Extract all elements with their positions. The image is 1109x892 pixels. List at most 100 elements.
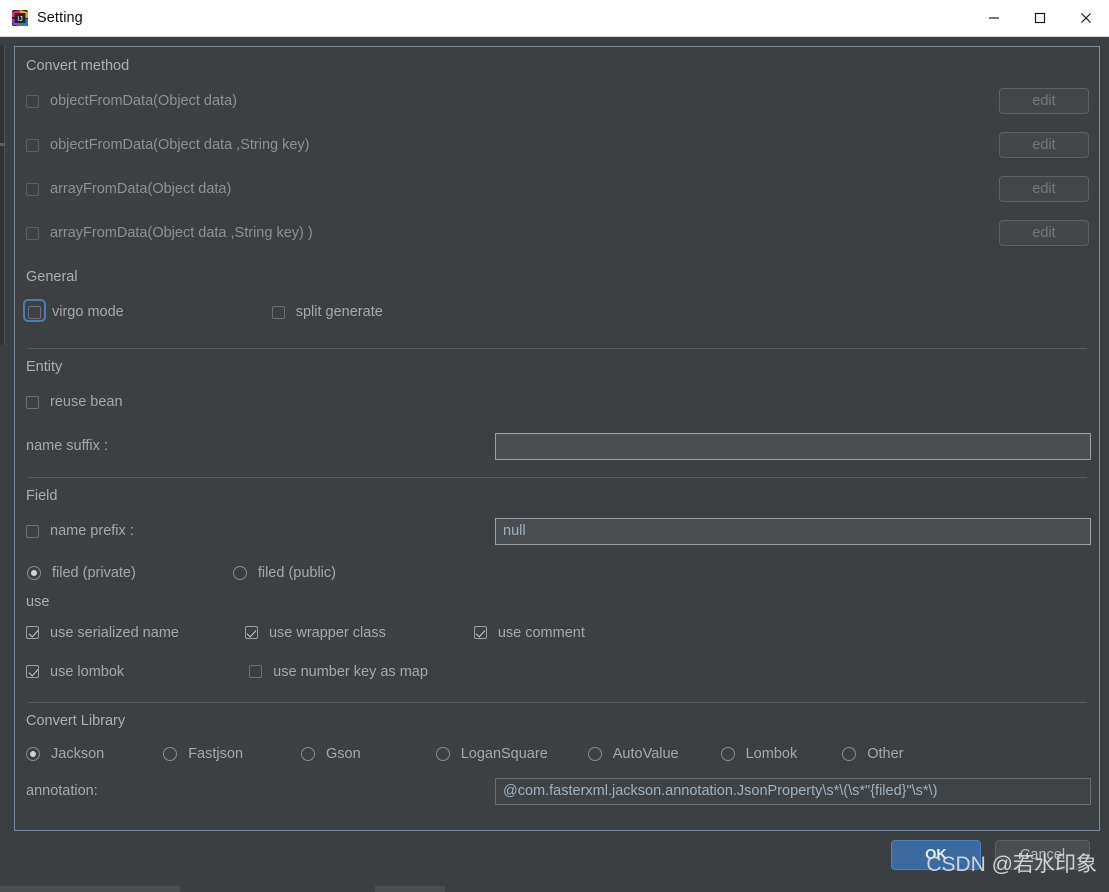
radio-filed-public[interactable]: filed (public)	[232, 564, 336, 581]
convert-method-row-3: arrayFromData(Object data ,String key) )…	[26, 211, 1089, 255]
window-title: Setting	[37, 10, 83, 26]
name-suffix-label: name suffix :	[26, 438, 108, 454]
radio-circle	[163, 746, 178, 761]
radio-label: Other	[867, 745, 904, 762]
checkbox-reuse-bean[interactable]: reuse bean	[26, 394, 123, 410]
checkbox-box	[26, 395, 39, 409]
checkbox-label: reuse bean	[50, 394, 123, 410]
radio-filed-private[interactable]: filed (private)	[27, 565, 136, 581]
checkbox-box	[26, 182, 39, 196]
field-name-prefix-row: name prefix : null	[26, 509, 1091, 553]
checkbox-use-serialized-name[interactable]: use serialized name	[26, 625, 179, 641]
close-button[interactable]	[1063, 0, 1109, 36]
convert-library-row: Jackson Fastjson Gson LoganSquare AutoVa…	[26, 734, 1089, 773]
footer-strip-mid	[375, 886, 445, 892]
radio-label: LoganSquare	[460, 745, 548, 762]
checkbox-label: use wrapper class	[268, 624, 386, 641]
checkbox-label: use comment	[497, 624, 585, 641]
svg-text:IJ: IJ	[17, 16, 22, 23]
annotation-label: annotation:	[26, 783, 98, 799]
radio-label: AutoValue	[612, 745, 679, 762]
radio-other[interactable]: Other	[842, 746, 903, 762]
general-title: General	[26, 269, 78, 285]
radio-circle	[720, 746, 735, 761]
radio-circle	[27, 565, 41, 580]
radio-fastjson[interactable]: Fastjson	[163, 746, 243, 762]
radio-label: Lombok	[745, 745, 798, 762]
checkbox-object-from-data-key[interactable]: objectFromData(Object data ,String key)	[26, 137, 310, 153]
field-visibility-row: filed (private) filed (public)	[26, 553, 1089, 592]
ok-button[interactable]: OK	[891, 840, 981, 870]
checkbox-box	[26, 138, 39, 152]
checkbox-virgo-mode[interactable]: virgo mode	[23, 299, 124, 322]
checkbox-box	[244, 626, 258, 639]
left-edge-artifact-2	[0, 143, 5, 146]
checkbox-use-lombok[interactable]: use lombok	[26, 664, 124, 680]
checkbox-box	[26, 665, 39, 678]
checkbox-object-from-data[interactable]: objectFromData(Object data)	[26, 93, 237, 109]
radio-circle	[842, 746, 857, 761]
name-suffix-input[interactable]	[495, 432, 1091, 460]
checkbox-label: virgo mode	[52, 304, 124, 320]
annotation-input[interactable]: @com.fasterxml.jackson.annotation.JsonPr…	[495, 777, 1091, 805]
checkbox-label: arrayFromData(Object data)	[50, 181, 232, 197]
edit-button-array-from-data-key[interactable]: edit	[999, 220, 1089, 246]
checkbox-split-generate[interactable]: split generate	[271, 304, 383, 320]
checkbox-array-from-data-key[interactable]: arrayFromData(Object data ,String key) )	[26, 225, 313, 241]
checkbox-use-number-key-as-map[interactable]: use number key as map	[249, 664, 428, 680]
radio-label: Jackson	[51, 745, 105, 762]
maximize-button[interactable]	[1017, 0, 1063, 36]
checkbox-label: use lombok	[50, 663, 125, 680]
settings-panel: Convert method objectFromData(Object dat…	[14, 46, 1100, 831]
checkbox-label: name prefix :	[50, 523, 134, 539]
checkbox-box	[26, 226, 39, 240]
convert-library-title: Convert Library	[26, 713, 126, 729]
checkbox-label: use number key as map	[273, 663, 428, 680]
checkbox-box	[26, 626, 39, 639]
radio-label: Fastjson	[188, 745, 244, 762]
use-row-2: use lombok use number key as map	[26, 652, 1089, 691]
cancel-button[interactable]: Cancel	[995, 840, 1090, 870]
radio-autovalue[interactable]: AutoValue	[587, 745, 679, 762]
name-prefix-input[interactable]: null	[495, 517, 1091, 545]
checkbox-box	[28, 305, 41, 319]
convert-method-row-0: objectFromData(Object data) edit	[26, 79, 1089, 123]
radio-jackson[interactable]: Jackson	[26, 746, 104, 762]
checkbox-label: objectFromData(Object data ,String key)	[50, 137, 310, 153]
minimize-button[interactable]	[971, 0, 1017, 36]
convert-method-title: Convert method	[26, 58, 130, 74]
checkbox-name-prefix[interactable]: name prefix :	[26, 523, 134, 539]
radio-label: filed (private)	[52, 564, 136, 581]
checkbox-use-comment[interactable]: use comment	[473, 624, 585, 641]
settings-panel-content: Convert method objectFromData(Object dat…	[15, 47, 1099, 809]
annotation-row: annotation: @com.fasterxml.jackson.annot…	[26, 773, 1091, 809]
intellij-idea-icon: IJ	[12, 10, 28, 26]
convert-method-row-2: arrayFromData(Object data) edit	[26, 167, 1089, 211]
checkbox-label: arrayFromData(Object data ,String key) )	[50, 225, 313, 241]
radio-label: Gson	[326, 745, 361, 762]
checkbox-box	[249, 665, 263, 678]
left-edge-artifact	[0, 45, 5, 345]
checkbox-box	[271, 305, 285, 319]
checkbox-use-wrapper-class[interactable]: use wrapper class	[244, 624, 386, 641]
general-row: virgo mode split generate	[23, 290, 1089, 334]
checkbox-array-from-data[interactable]: arrayFromData(Object data)	[26, 181, 231, 197]
use-row-1: use serialized name use wrapper class us…	[26, 613, 1089, 652]
radio-circle	[435, 746, 450, 761]
window-titlebar: IJ Setting	[0, 0, 1109, 37]
field-title: Field	[26, 488, 58, 504]
edit-button-object-from-data[interactable]: edit	[999, 88, 1089, 114]
checkbox-label: objectFromData(Object data)	[50, 93, 237, 109]
radio-circle	[26, 746, 40, 761]
convert-method-row-1: objectFromData(Object data ,String key) …	[26, 123, 1089, 167]
entity-reuse-row: reuse bean	[26, 380, 1089, 424]
radio-logansquare[interactable]: LoganSquare	[435, 745, 548, 762]
use-title: use	[26, 594, 50, 610]
checkbox-box	[473, 626, 487, 639]
entity-title: Entity	[26, 359, 63, 375]
edit-button-object-from-data-key[interactable]: edit	[999, 132, 1089, 158]
edit-button-array-from-data[interactable]: edit	[999, 176, 1089, 202]
radio-gson[interactable]: Gson	[301, 746, 361, 762]
radio-label: filed (public)	[257, 564, 336, 581]
radio-lombok[interactable]: Lombok	[720, 745, 798, 762]
